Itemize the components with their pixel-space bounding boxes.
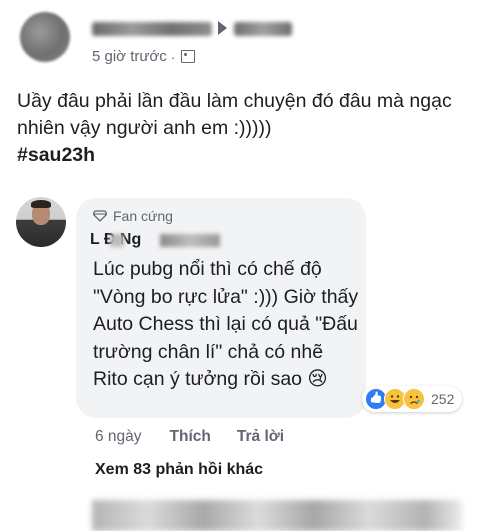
post-meta: 5 giờ trước · [92, 48, 196, 65]
post-text: Uầy đâu phải lần đầu làm chuyện đó đâu m… [17, 90, 452, 139]
name-redaction [110, 234, 124, 247]
reply-button[interactable]: Trả lời [237, 428, 284, 446]
comment-text: Lúc pubg nổi thì có chế độ "Vòng bo rực … [93, 258, 359, 390]
avatar-hair [31, 200, 51, 208]
like-button[interactable]: Thích [170, 428, 211, 446]
post-hashtag[interactable]: #sau23h [17, 142, 467, 169]
post-header: 5 giờ trước · [12, 8, 468, 72]
reaction-count: 252 [431, 391, 455, 407]
arrow-right-icon [218, 21, 227, 35]
sad-reaction-icon [403, 388, 425, 410]
poster-name-redacted[interactable] [92, 22, 212, 36]
comment-bubble: Fan cứng L Đ Ng Lúc pubg nổi thì có chế … [76, 198, 366, 418]
name-redaction [160, 234, 220, 247]
group-icon[interactable] [181, 50, 196, 63]
commenter-avatar[interactable] [16, 197, 66, 247]
poster-avatar[interactable] [20, 12, 70, 62]
badge-label: Fan cứng [113, 208, 173, 224]
post-body: Uầy đâu phải lần đầu làm chuyện đó đâu m… [17, 88, 467, 169]
reaction-summary[interactable]: 252 [362, 386, 463, 412]
post-time[interactable]: 5 giờ trước [92, 48, 167, 65]
view-more-replies-link[interactable]: Xem 83 phản hồi khác [95, 461, 263, 479]
meta-separator: · [170, 48, 176, 65]
fan-badge: Fan cứng [93, 208, 173, 224]
diamond-icon [93, 210, 107, 222]
comment-time[interactable]: 6 ngày [95, 428, 142, 446]
group-name-redacted[interactable] [234, 22, 292, 36]
next-reply-redacted [92, 500, 462, 531]
comment-actions: 6 ngày Thích Trả lời [95, 428, 310, 446]
